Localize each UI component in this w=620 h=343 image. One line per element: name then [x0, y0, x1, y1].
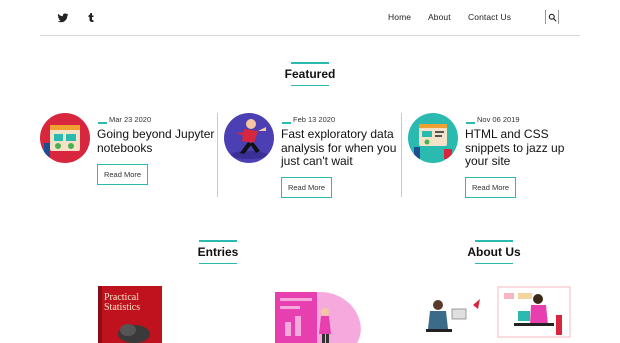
read-more-button[interactable]: Read More: [97, 164, 148, 185]
card-title[interactable]: Fast exploratory data analysis for when …: [281, 127, 405, 169]
twitter-icon[interactable]: [57, 12, 69, 24]
read-more-button[interactable]: Read More: [465, 177, 516, 198]
card-divider: [217, 113, 218, 197]
search-icon: [548, 13, 557, 22]
search-button[interactable]: [545, 10, 559, 24]
dashboard-illustration-icon: [275, 292, 361, 343]
nav-about-link[interactable]: About: [428, 12, 451, 22]
jupyter-illustration-icon: [44, 125, 80, 157]
team-working-illustration-icon: [426, 286, 571, 338]
date-accent-line: [466, 122, 475, 124]
date-accent-line: [282, 122, 291, 124]
featured-card-2: Feb 13 2020 Fast exploratory data analys…: [224, 113, 404, 203]
book-cover-image[interactable]: Practical Statistics: [98, 286, 162, 343]
date-accent-line: [98, 122, 107, 124]
featured-card-3: Nov 06 2019 HTML and CSS snippets to jaz…: [408, 113, 588, 203]
runner-illustration-icon: [231, 119, 267, 159]
team-illustration[interactable]: [418, 285, 576, 343]
featured-card-1: Mar 23 2020 Going beyond Jupyter noteboo…: [40, 113, 220, 203]
nav-home-link[interactable]: Home: [388, 12, 411, 22]
date-text: Feb 13 2020: [293, 115, 336, 124]
book-animal-icon: [98, 286, 150, 343]
date-text: Mar 23 2020: [109, 115, 152, 124]
web-design-illustration-icon: [414, 124, 452, 159]
featured-heading: Featured: [265, 67, 355, 81]
nav-contact-link[interactable]: Contact Us: [468, 12, 511, 22]
card-thumbnail[interactable]: [408, 113, 458, 163]
about-us-heading: About Us: [454, 245, 534, 259]
read-more-button[interactable]: Read More: [281, 177, 332, 198]
card-title[interactable]: Going beyond Jupyter notebooks: [97, 127, 221, 155]
analytics-illustration[interactable]: [265, 282, 365, 343]
card-thumbnail[interactable]: [40, 113, 90, 163]
tumblr-icon[interactable]: [85, 12, 97, 24]
card-title[interactable]: HTML and CSS snippets to jazz up your si…: [465, 127, 589, 169]
card-divider: [401, 113, 402, 197]
top-navbar: Home About Contact Us: [40, 0, 580, 36]
entries-heading: Entries: [183, 245, 253, 259]
date-text: Nov 06 2019: [477, 115, 520, 124]
card-thumbnail[interactable]: [224, 113, 274, 163]
